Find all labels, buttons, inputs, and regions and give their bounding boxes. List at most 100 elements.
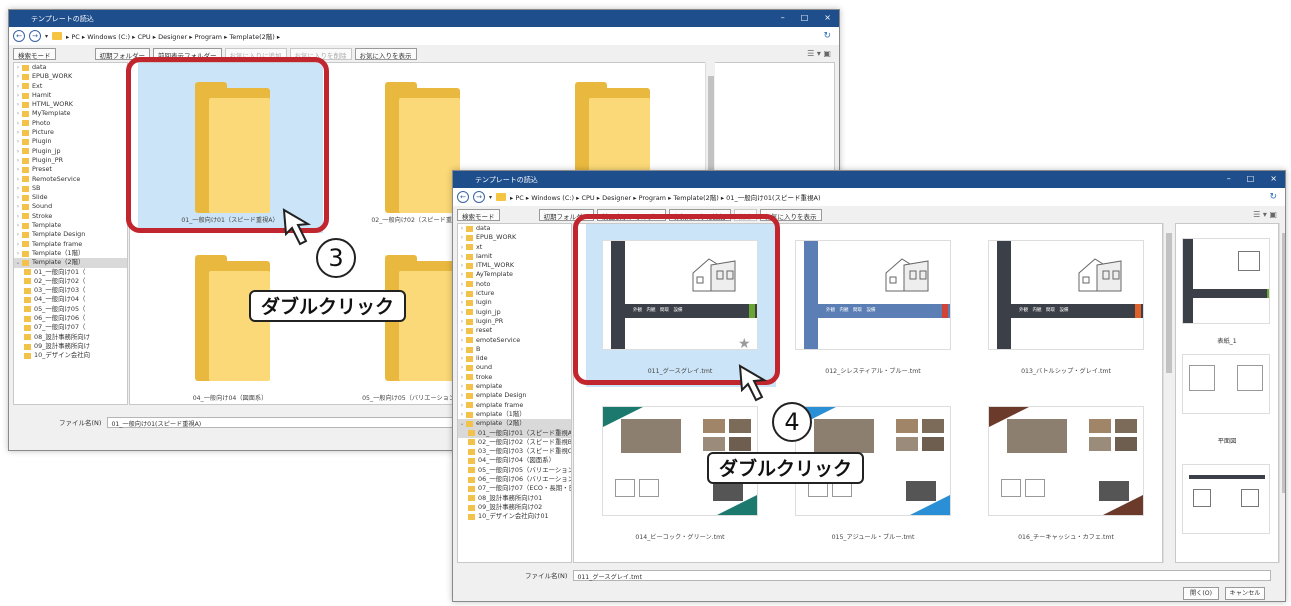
chevron-right-icon[interactable]: › [14,63,22,72]
tree-item[interactable]: › reset [458,326,571,335]
forward-icon[interactable]: → [29,30,41,42]
chevron-right-icon[interactable]: › [14,100,22,109]
chevron-right-icon[interactable]: › [458,224,466,233]
tree-item[interactable]: › Photo [14,119,127,128]
folder-tree[interactable]: › data › EPUB_WORK › Ext › Hamit › HTML_WORK › MyTe… [13,62,128,405]
tree-subitem[interactable]: 05_一般向け05（ [14,305,127,314]
tree-item[interactable]: › ITML_WORK [458,261,571,270]
tree-subitem[interactable]: 10_デザイン会社向け01 [458,512,571,521]
tree-item[interactable]: › lide [458,354,571,363]
tree-item[interactable]: ⌄ emplate（2階） [458,419,571,429]
chevron-right-icon[interactable]: ⌄ [14,258,22,267]
maximize-icon[interactable]: □ [1247,174,1255,183]
dropdown-icon[interactable]: ▾ [45,33,48,40]
chevron-right-icon[interactable]: › [14,240,22,249]
close-icon[interactable]: × [1270,174,1277,183]
folder-item[interactable]: 04_一般向け04（図面系） [140,243,320,403]
template-item[interactable]: 外観 内観 間取 設備 012_シレスティアル・ブルー.tmt [783,236,963,384]
tree-item[interactable]: › B [458,345,571,354]
chevron-right-icon[interactable]: › [458,410,466,419]
tree-item[interactable]: › lugin [458,298,571,307]
chevron-right-icon[interactable]: › [14,193,22,202]
tree-item[interactable]: › EPUB_WORK [458,233,571,242]
chevron-right-icon[interactable]: › [458,252,466,261]
tree-subitem[interactable]: 10_デザイン会社向 [14,351,127,360]
chevron-right-icon[interactable]: › [14,109,22,118]
forward-icon[interactable]: → [473,191,485,203]
tree-item[interactable]: › Preset [14,165,127,174]
chevron-right-icon[interactable]: › [458,382,466,391]
breadcrumb[interactable]: ▸ PC ▸ Windows (C:) ▸ CPU ▸ Designer ▸ P… [66,31,280,41]
template-item[interactable]: 外観 内観 間取 設備 013_バトルシップ・グレイ.tmt [976,236,1156,384]
tree-subitem[interactable]: 02_一般向け02（スピード重視B） [458,438,571,447]
search-mode-button[interactable]: 検索モード [13,47,56,60]
tree-subitem[interactable]: 09_設計事務所向け [14,342,127,351]
preview-page-3[interactable] [1182,464,1270,534]
refresh-icon[interactable]: ↻ [823,31,831,41]
tree-item[interactable]: › Plugin_PR [14,156,127,165]
tree-subitem[interactable]: 07_一般向け07（ECO・長期・日射） [458,484,571,493]
minimize-icon[interactable]: – [781,13,785,22]
chevron-right-icon[interactable]: › [458,373,466,382]
tree-item[interactable]: › icture [458,289,571,298]
chevron-right-icon[interactable]: › [14,175,22,184]
chevron-right-icon[interactable]: › [458,336,466,345]
tree-item[interactable]: › emplate frame [458,401,571,410]
preview-page-plan[interactable] [1182,354,1270,414]
folder-tree[interactable]: › data › EPUB_WORK › xt › Iamit › ITML_WORK › AyTem… [457,223,572,563]
tree-item[interactable]: › AyTemplate [458,270,571,279]
tree-subitem[interactable]: 07_一般向け07（ [14,323,127,332]
tree-item[interactable]: › lugin_PR [458,317,571,326]
chevron-right-icon[interactable]: › [14,249,22,258]
template-item[interactable]: 016_チーキャッシュ・カフェ.tmt [976,402,1156,550]
tree-subitem[interactable]: 06_一般向け06（ [14,314,127,323]
tree-item[interactable]: › emplate（1階） [458,410,571,419]
chevron-right-icon[interactable]: › [458,345,466,354]
tree-item[interactable]: › Plugin_jp [14,147,127,156]
chevron-right-icon[interactable]: › [14,202,22,211]
chevron-right-icon[interactable]: › [14,128,22,137]
chevron-right-icon[interactable]: › [458,280,466,289]
chevron-right-icon[interactable]: › [14,91,22,100]
tree-subitem[interactable]: 08_設計事務所向け [14,333,127,342]
chevron-right-icon[interactable]: ⌄ [458,419,466,428]
chevron-right-icon[interactable]: › [14,212,22,221]
chevron-right-icon[interactable]: › [458,308,466,317]
tree-item[interactable]: › ound [458,363,571,372]
minimize-icon[interactable]: – [1227,174,1231,183]
breadcrumb[interactable]: ▸ PC ▸ Windows (C:) ▸ CPU ▸ Designer ▸ P… [510,192,820,202]
tree-subitem[interactable]: 01_一般向け01（スピード重視A） [458,428,571,438]
tree-item[interactable]: › emplate Design [458,391,571,400]
chevron-right-icon[interactable]: › [14,221,22,230]
preview-scrollbar[interactable] [1279,223,1285,563]
chevron-right-icon[interactable]: › [14,230,22,239]
maximize-icon[interactable]: □ [801,13,809,22]
tree-item[interactable]: › data [14,63,127,72]
grid-scrollbar[interactable] [1163,223,1173,563]
chevron-right-icon[interactable]: › [14,165,22,174]
tree-subitem[interactable]: 06_一般向け06（バリエーション重視B） [458,475,571,484]
chevron-right-icon[interactable]: › [14,119,22,128]
tree-subitem[interactable]: 02_一般向け02（ [14,277,127,286]
show-favorites-button[interactable]: お気に入りを表示 [354,47,417,60]
tree-item[interactable]: › RemoteService [14,175,127,184]
tree-item[interactable]: › Template [14,221,127,230]
tree-item[interactable]: ⌄ Template（2階） [14,258,127,268]
tree-item[interactable]: › Stroke [14,212,127,221]
tree-item[interactable]: › Hamit [14,91,127,100]
chevron-right-icon[interactable]: › [458,289,466,298]
tree-subitem[interactable]: 01_一般向け01（ [14,268,127,277]
tree-item[interactable]: › Slide [14,193,127,202]
tree-item[interactable]: › MyTemplate [14,109,127,118]
tree-subitem[interactable]: 09_設計事務所向け02 [458,503,571,512]
tree-item[interactable]: › emoteService [458,336,571,345]
refresh-icon[interactable]: ↻ [1269,192,1277,202]
chevron-right-icon[interactable]: › [458,298,466,307]
filename-input[interactable]: 011_グースグレイ.tmt [573,569,1271,581]
tree-item[interactable]: › Sound [14,202,127,211]
tree-item[interactable]: › HTML_WORK [14,100,127,109]
close-icon[interactable]: × [824,13,831,22]
chevron-right-icon[interactable]: › [458,363,466,372]
tree-item[interactable]: › emplate [458,382,571,391]
open-button[interactable]: 開く(O) [1183,587,1219,600]
